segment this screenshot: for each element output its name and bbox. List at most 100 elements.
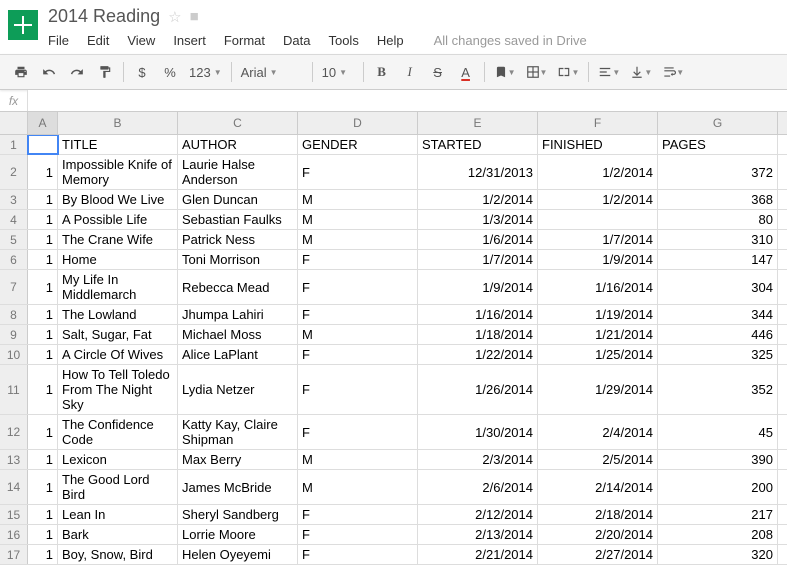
cell[interactable]: Bark bbox=[58, 525, 178, 544]
cell[interactable]: Salt, Sugar, Fat bbox=[58, 325, 178, 344]
cell[interactable]: Sheryl Sandberg bbox=[178, 505, 298, 524]
cell[interactable]: 352 bbox=[658, 365, 778, 414]
cell[interactable]: AUTHOR bbox=[178, 135, 298, 154]
cell[interactable]: 446 bbox=[658, 325, 778, 344]
cell[interactable]: Impossible Knife of Memory bbox=[58, 155, 178, 189]
cell[interactable]: 1 bbox=[28, 505, 58, 524]
menu-format[interactable]: Format bbox=[224, 33, 265, 48]
menu-insert[interactable]: Insert bbox=[173, 33, 206, 48]
cell[interactable]: The Good Lord Bird bbox=[58, 470, 178, 504]
cell[interactable]: Toni Morrison bbox=[178, 250, 298, 269]
cell[interactable]: F bbox=[298, 505, 418, 524]
cell[interactable]: 1/2/2014 bbox=[538, 190, 658, 209]
row-header[interactable]: 14 bbox=[0, 470, 28, 504]
cell[interactable]: 2/6/2014 bbox=[418, 470, 538, 504]
cell[interactable]: 1 bbox=[28, 525, 58, 544]
cell[interactable]: F bbox=[298, 155, 418, 189]
cell[interactable]: M bbox=[298, 210, 418, 229]
vertical-align-button[interactable]: ▼ bbox=[626, 60, 656, 84]
cell[interactable]: 1/25/2014 bbox=[538, 345, 658, 364]
row-header[interactable]: 2 bbox=[0, 155, 28, 189]
cell[interactable]: M bbox=[298, 190, 418, 209]
cell[interactable]: 2/20/2014 bbox=[538, 525, 658, 544]
cell[interactable]: 2/27/2014 bbox=[538, 545, 658, 564]
cell[interactable]: 1 bbox=[28, 450, 58, 469]
cell[interactable]: F bbox=[298, 345, 418, 364]
menu-file[interactable]: File bbox=[48, 33, 69, 48]
cell[interactable]: 217 bbox=[658, 505, 778, 524]
cell[interactable]: 208 bbox=[658, 525, 778, 544]
cell[interactable]: 1/19/2014 bbox=[538, 305, 658, 324]
paint-format-button[interactable] bbox=[92, 60, 118, 84]
cell[interactable]: 1 bbox=[28, 470, 58, 504]
row-header[interactable]: 15 bbox=[0, 505, 28, 524]
column-header-E[interactable]: E bbox=[418, 112, 538, 134]
cell[interactable]: 1/21/2014 bbox=[538, 325, 658, 344]
cell[interactable]: 1 bbox=[28, 250, 58, 269]
folder-icon[interactable]: ■ bbox=[190, 8, 199, 25]
row-header[interactable]: 11 bbox=[0, 365, 28, 414]
cell[interactable]: STARTED bbox=[418, 135, 538, 154]
menu-view[interactable]: View bbox=[127, 33, 155, 48]
cell[interactable]: The Crane Wife bbox=[58, 230, 178, 249]
cell[interactable]: 310 bbox=[658, 230, 778, 249]
cell[interactable]: 304 bbox=[658, 270, 778, 304]
cell[interactable]: 147 bbox=[658, 250, 778, 269]
print-button[interactable] bbox=[8, 60, 34, 84]
strikethrough-button[interactable]: S bbox=[425, 60, 451, 84]
horizontal-align-button[interactable]: ▼ bbox=[594, 60, 624, 84]
cell[interactable]: 1/7/2014 bbox=[418, 250, 538, 269]
cell[interactable]: Rebecca Mead bbox=[178, 270, 298, 304]
cell[interactable]: M bbox=[298, 325, 418, 344]
cell[interactable]: 2/3/2014 bbox=[418, 450, 538, 469]
cell[interactable]: 368 bbox=[658, 190, 778, 209]
bold-button[interactable]: B bbox=[369, 60, 395, 84]
cell[interactable]: 1/16/2014 bbox=[538, 270, 658, 304]
menu-help[interactable]: Help bbox=[377, 33, 404, 48]
cell[interactable]: Jhumpa Lahiri bbox=[178, 305, 298, 324]
document-title[interactable]: 2014 Reading bbox=[48, 6, 160, 27]
column-header-C[interactable]: C bbox=[178, 112, 298, 134]
row-header[interactable]: 13 bbox=[0, 450, 28, 469]
cell[interactable]: F bbox=[298, 545, 418, 564]
number-format-select[interactable]: 123▼ bbox=[185, 63, 226, 82]
cell[interactable]: PAGES bbox=[658, 135, 778, 154]
star-icon[interactable]: ☆ bbox=[168, 8, 181, 26]
sheets-logo[interactable] bbox=[8, 10, 38, 40]
currency-button[interactable]: $ bbox=[129, 60, 155, 84]
cell[interactable]: 325 bbox=[658, 345, 778, 364]
cell[interactable]: 1 bbox=[28, 190, 58, 209]
cell[interactable]: 1/7/2014 bbox=[538, 230, 658, 249]
cell[interactable]: Lorrie Moore bbox=[178, 525, 298, 544]
cell[interactable]: Lexicon bbox=[58, 450, 178, 469]
percent-button[interactable]: % bbox=[157, 60, 183, 84]
row-header[interactable]: 12 bbox=[0, 415, 28, 449]
cell[interactable]: Boy, Snow, Bird bbox=[58, 545, 178, 564]
font-select[interactable]: Arial▼ bbox=[237, 63, 307, 82]
cell[interactable]: 1/16/2014 bbox=[418, 305, 538, 324]
cell[interactable]: 1/26/2014 bbox=[418, 365, 538, 414]
cell[interactable]: F bbox=[298, 365, 418, 414]
cell[interactable]: F bbox=[298, 415, 418, 449]
cell[interactable]: 344 bbox=[658, 305, 778, 324]
row-header[interactable]: 3 bbox=[0, 190, 28, 209]
cell[interactable]: 1 bbox=[28, 545, 58, 564]
cell[interactable]: 372 bbox=[658, 155, 778, 189]
cell[interactable]: 1/9/2014 bbox=[418, 270, 538, 304]
cell[interactable]: Michael Moss bbox=[178, 325, 298, 344]
cell[interactable]: 2/13/2014 bbox=[418, 525, 538, 544]
row-header[interactable]: 8 bbox=[0, 305, 28, 324]
cell[interactable]: M bbox=[298, 450, 418, 469]
cell[interactable]: 1/6/2014 bbox=[418, 230, 538, 249]
text-wrap-button[interactable]: ▼ bbox=[658, 60, 688, 84]
column-header-B[interactable]: B bbox=[58, 112, 178, 134]
italic-button[interactable]: I bbox=[397, 60, 423, 84]
row-header[interactable]: 4 bbox=[0, 210, 28, 229]
cell[interactable]: F bbox=[298, 305, 418, 324]
cell[interactable]: A Possible Life bbox=[58, 210, 178, 229]
cell[interactable] bbox=[538, 210, 658, 229]
cell[interactable]: 1 bbox=[28, 230, 58, 249]
cell[interactable]: By Blood We Live bbox=[58, 190, 178, 209]
cell[interactable]: TITLE bbox=[58, 135, 178, 154]
fill-color-button[interactable]: ▼ bbox=[490, 60, 520, 84]
